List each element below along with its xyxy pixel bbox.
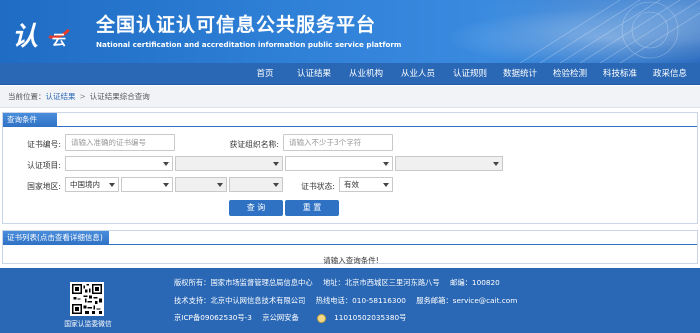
status-value: 有效 [344, 180, 359, 189]
footer-police-label[interactable]: 京公网安备 [262, 313, 298, 322]
cert-no-label: 证书编号: [27, 140, 61, 149]
chevron-down-icon [163, 162, 169, 166]
project-label: 认证项目: [27, 161, 61, 170]
city-select[interactable] [175, 177, 227, 192]
footer-line-2: 技术支持：北京中认网信息技术有限公司 热线电话：010-58116300 服务邮… [174, 296, 525, 306]
region-value: 中国境内 [70, 180, 100, 189]
project-select-2[interactable] [175, 156, 283, 171]
site-header: 认 云 全国认证认可信息公共服务平台 National certificatio… [0, 0, 700, 63]
footer-hotline: 热线电话：010-58116300 [315, 296, 406, 305]
org-name-label: 获证组织名称: [229, 140, 279, 149]
results-panel-title[interactable]: 证书列表(点击查看详细信息) [3, 231, 109, 245]
query-panel-divider [3, 126, 697, 127]
cert-no-input[interactable]: 请输入准确的证书编号 [65, 134, 175, 151]
qr-code-icon [72, 284, 102, 314]
footer-police: 京公网安备 [262, 313, 306, 322]
footer-address: 地址：北京市西城区三里河东路八号 [322, 278, 440, 287]
wechat-qr-code [70, 282, 104, 316]
chevron-down-icon [109, 183, 115, 187]
breadcrumb-separator: > [79, 92, 86, 101]
status-label: 证书状态: [301, 182, 335, 191]
logo-sub: 云 [52, 33, 66, 49]
footer-copyright: 版权所有：国家市场监督管理总局信息中心 [174, 278, 313, 287]
footer-police-record[interactable]: 11010502035380号 [317, 313, 414, 323]
region-label: 国家地区: [27, 182, 61, 191]
query-title-text: 查询条件 [7, 115, 37, 124]
results-panel-divider [3, 244, 697, 245]
site-subtitle: National certification and accreditation… [96, 40, 402, 49]
footer-tech-support: 技术支持：北京中认网信息技术有限公司 [174, 296, 306, 305]
province-select[interactable] [121, 177, 173, 192]
nav-item-home[interactable]: 首页 [248, 63, 282, 85]
query-panel: 查询条件 证书编号: 请输入准确的证书编号 获证组织名称: 请输入不少于3个字符… [2, 112, 698, 224]
breadcrumb-current: 认证结果综合查询 [89, 92, 150, 101]
search-button[interactable]: 查 询 [229, 200, 283, 216]
footer-line-1: 版权所有：国家市场监督管理总局信息中心 地址：北京市西城区三里河东路八号 邮编：… [174, 278, 508, 288]
results-panel: 证书列表(点击查看详细信息) 请输入查询条件! [2, 230, 698, 265]
chevron-down-icon [493, 162, 499, 166]
header-pattern [519, 0, 700, 63]
site-footer: 国家认监委微信 版权所有：国家市场监督管理总局信息中心 地址：北京市西城区三里河… [0, 268, 700, 333]
nav-item-cert-rules[interactable]: 认证规则 [448, 63, 492, 85]
breadcrumb: 当前位置：认证结果 > 认证结果综合查询 [0, 86, 700, 108]
breadcrumb-prefix: 当前位置： [8, 92, 46, 101]
footer-icp[interactable]: 京ICP备09062530号-3 [174, 313, 252, 322]
chevron-down-icon [273, 162, 279, 166]
chevron-down-icon [383, 162, 389, 166]
main-nav: 首页 认证结果 从业机构 从业人员 认证规则 数据统计 检验检测 科技标准 政采… [0, 63, 700, 85]
nav-item-procurement[interactable]: 政采信息 [648, 63, 692, 85]
empty-results-message: 请输入查询条件! [323, 256, 379, 265]
qr-caption: 国家认监委微信 [64, 320, 112, 328]
nav-item-cert-results[interactable]: 认证结果 [292, 63, 336, 85]
chevron-down-icon [163, 183, 169, 187]
police-badge-icon [317, 313, 327, 323]
footer-email[interactable]: 服务邮箱：service@cait.com [416, 296, 517, 305]
reset-button[interactable]: 重 置 [285, 200, 339, 216]
nav-item-inspection[interactable]: 检验检测 [548, 63, 592, 85]
org-name-input[interactable]: 请输入不少于3个字符 [283, 134, 393, 151]
logo-char: 认 [12, 22, 39, 52]
district-select[interactable] [229, 177, 283, 192]
footer-police-number: 11010502035380号 [334, 313, 407, 322]
project-select-4[interactable] [395, 156, 503, 171]
region-select[interactable]: 中国境内 [65, 177, 119, 192]
status-select[interactable]: 有效 [339, 177, 393, 192]
nav-item-institutions[interactable]: 从业机构 [344, 63, 388, 85]
site-logo[interactable]: 认 云 [12, 8, 75, 56]
footer-postcode: 邮编：100820 [450, 278, 500, 287]
footer-line-3: 京ICP备09062530号-3 京公网安备 11010502035380号 [174, 313, 422, 323]
chevron-down-icon [383, 183, 389, 187]
project-select-3[interactable] [285, 156, 393, 171]
nav-item-statistics[interactable]: 数据统计 [498, 63, 542, 85]
query-panel-title: 查询条件 [3, 113, 57, 127]
project-select-1[interactable] [65, 156, 173, 171]
breadcrumb-link[interactable]: 认证结果 [46, 92, 76, 101]
chevron-down-icon [217, 183, 223, 187]
chevron-down-icon [273, 183, 279, 187]
site-title: 全国认证认可信息公共服务平台 [96, 14, 377, 36]
nav-item-standards[interactable]: 科技标准 [598, 63, 642, 85]
nav-item-personnel[interactable]: 从业人员 [396, 63, 440, 85]
results-title-text: 证书列表(点击查看详细信息) [7, 233, 103, 242]
